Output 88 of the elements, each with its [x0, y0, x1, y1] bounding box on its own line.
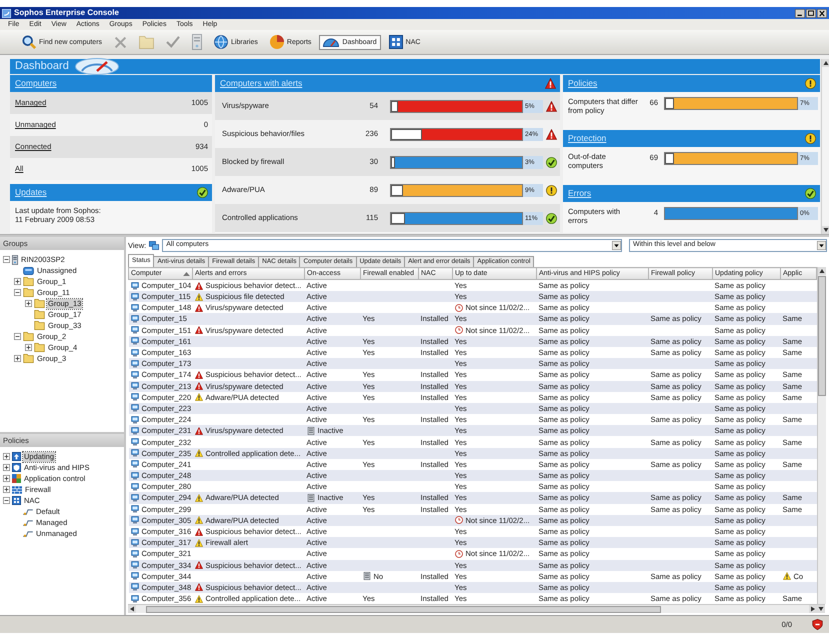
- folder-icon: [34, 310, 45, 319]
- dropdown-arrow-icon[interactable]: [612, 241, 621, 250]
- folder-icon: [34, 299, 45, 308]
- dropdown-arrow-icon[interactable]: [817, 241, 826, 250]
- minimize-button[interactable]: [795, 8, 805, 18]
- folder-icon: [23, 288, 34, 297]
- horizontal-scrollbar[interactable]: [128, 604, 825, 614]
- shield-icon: [812, 619, 823, 630]
- collapse-icon[interactable]: [3, 497, 10, 504]
- folder-icon: [23, 277, 34, 286]
- computer-icon: [130, 416, 138, 424]
- brick-wall-icon: [12, 486, 22, 494]
- computer-icon: [130, 393, 138, 402]
- computer-icon: [130, 426, 138, 435]
- computer-icon: [130, 282, 138, 290]
- gauge-icon: [74, 58, 119, 75]
- tick-icon: [166, 36, 180, 48]
- dashboard-title: Dashboard: [15, 61, 69, 72]
- vertical-scrollbar[interactable]: [817, 267, 826, 604]
- magnifier-icon: [22, 35, 36, 49]
- folder-icon: [139, 36, 154, 48]
- expand-icon[interactable]: [14, 278, 21, 285]
- gauge-icon: [323, 38, 340, 46]
- collapse-icon[interactable]: [14, 333, 21, 340]
- computer-icon: [130, 505, 138, 514]
- collapse-icon[interactable]: [3, 256, 10, 263]
- expand-icon[interactable]: [3, 464, 10, 471]
- shield-icon: [12, 463, 21, 472]
- collapse-icon[interactable]: [14, 289, 21, 296]
- globe-icon: [214, 35, 228, 49]
- grid-icon: [388, 35, 403, 49]
- folder-icon: [34, 343, 45, 352]
- computer-icon: [130, 561, 138, 570]
- wire-icon: [23, 530, 33, 536]
- scroll-up-icon[interactable]: [822, 59, 829, 67]
- computer-icon: [130, 348, 138, 357]
- computer-icon: [130, 360, 138, 368]
- scroll-left-icon[interactable]: [128, 605, 136, 614]
- computer-icon: [130, 438, 138, 446]
- computer-icon: [130, 528, 138, 536]
- app-icon: [2, 8, 11, 18]
- expand-icon[interactable]: [3, 486, 10, 493]
- computer-icon: [130, 292, 138, 301]
- computer-icon: [130, 472, 138, 480]
- computer-icon: [130, 594, 138, 603]
- computer-icon: [130, 314, 138, 323]
- computer-icon: [130, 538, 138, 547]
- computer-icon: [130, 494, 138, 502]
- wire-icon: [23, 508, 33, 514]
- computer-icon: [130, 550, 138, 558]
- computer-icon: [130, 460, 138, 468]
- expand-icon[interactable]: [25, 300, 32, 307]
- server-icon: [12, 254, 18, 264]
- close-button[interactable]: [817, 8, 827, 18]
- folder-icon: [34, 321, 45, 330]
- computer-icon: [130, 370, 138, 379]
- folder-icon: [23, 332, 34, 341]
- expand-icon[interactable]: [3, 453, 10, 460]
- expand-icon[interactable]: [3, 475, 10, 482]
- tray-icon: [23, 266, 34, 274]
- computer-icon: [130, 404, 138, 412]
- scroll-up-icon[interactable]: [818, 267, 826, 275]
- computers-icon: [149, 241, 160, 250]
- scroll-down-icon[interactable]: [817, 605, 825, 614]
- maximize-button[interactable]: [806, 8, 816, 18]
- folder-icon: [23, 354, 34, 363]
- expand-icon[interactable]: [25, 344, 32, 351]
- tiles-icon: [12, 474, 21, 483]
- vertical-scrollbar[interactable]: [821, 59, 829, 234]
- computer-icon: [130, 572, 138, 580]
- computer-icon: [130, 326, 138, 334]
- computer-icon: [130, 516, 138, 524]
- grid-icon: [12, 496, 21, 505]
- cross-icon: [114, 36, 128, 48]
- scrollbar-thumb[interactable]: [146, 606, 661, 613]
- computer-icon: [130, 482, 138, 491]
- server-icon: [192, 34, 202, 50]
- computer-icon: [130, 304, 138, 312]
- window-title: Sophos Enterprise Console: [14, 9, 120, 17]
- computer-icon: [130, 382, 138, 390]
- scroll-down-icon[interactable]: [822, 226, 829, 234]
- computer-icon: [130, 337, 138, 346]
- wire-icon: [23, 520, 33, 526]
- scrollbar-thumb[interactable]: [818, 276, 826, 396]
- expand-icon[interactable]: [14, 355, 21, 362]
- computer-icon: [130, 583, 138, 592]
- pie-chart-icon: [270, 35, 284, 49]
- computer-icon: [130, 449, 138, 458]
